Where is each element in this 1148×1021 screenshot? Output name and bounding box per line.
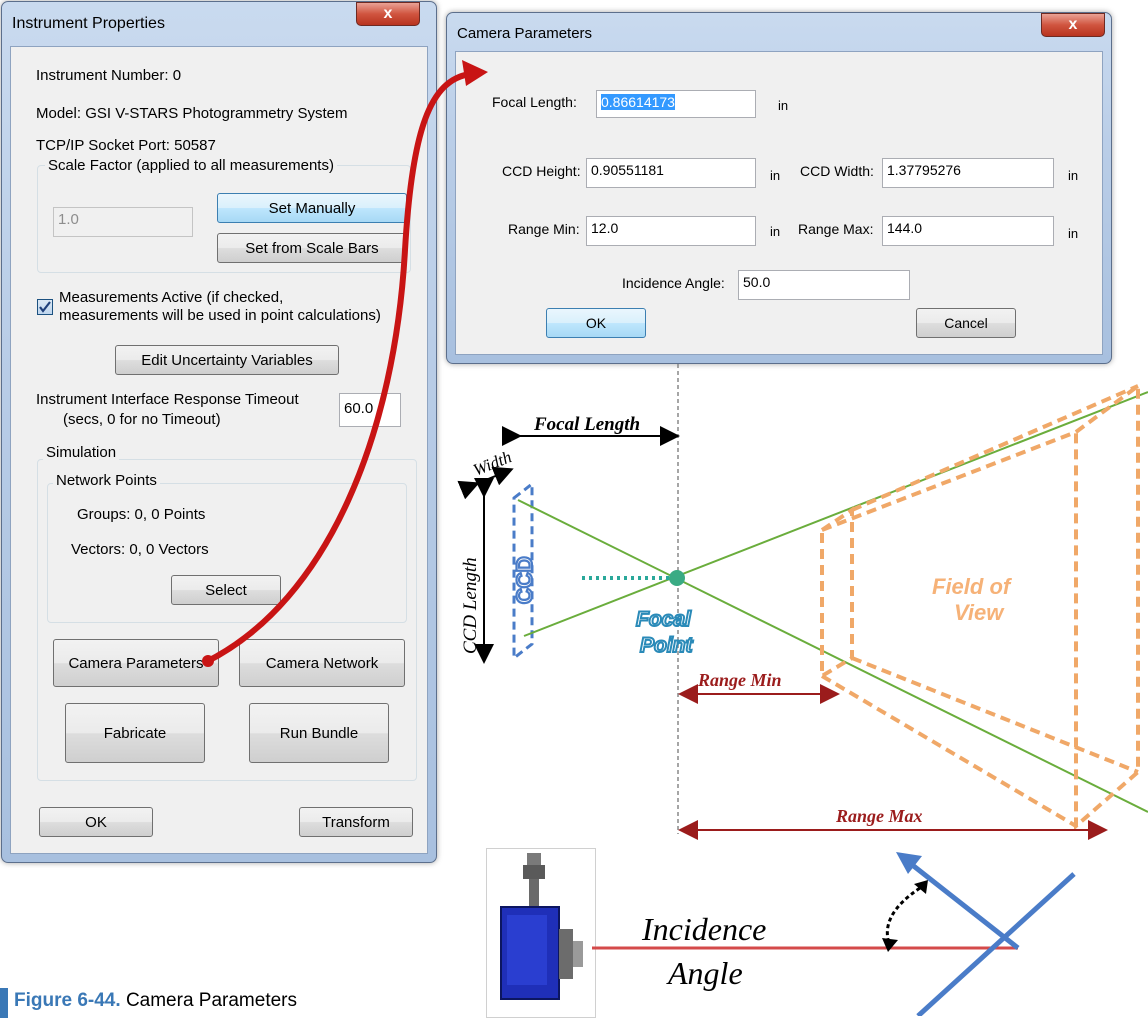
figure-number: Figure 6-44. [14,990,121,1011]
scale-factor-group-label: Scale Factor (applied to all measurement… [45,157,337,174]
dialog-title: Instrument Properties [12,15,165,32]
target-surface [916,872,1076,1016]
incidence-text-2: Angle [666,955,743,991]
incidence-angle-label: Incidence Angle: [622,275,725,291]
close-icon: x [1068,16,1078,33]
ccd-text: CCD [512,556,537,604]
range-min-input[interactable]: 12.0 [586,216,756,246]
set-from-scale-bars-button[interactable]: Set from Scale Bars [217,233,407,263]
camera-device-image [486,848,596,1018]
measurements-active-label-1: Measurements Active (if checked, [59,289,284,306]
ccd-width-unit: in [1068,168,1079,183]
fabricate-button[interactable]: Fabricate [65,703,205,763]
close-icon: x [383,5,393,22]
ccd-height-label: CCD Height: [502,163,581,179]
ccd-height-unit: in [770,168,781,183]
measurements-active-label-2: measurements will be used in point calcu… [59,307,381,324]
timeout-label-1: Instrument Interface Response Timeout [36,391,299,408]
range-min-unit: in [770,224,781,239]
camera-dialog-title: Camera Parameters [457,25,593,42]
groups-count: Groups: 0, 0 Points [77,506,206,523]
range-max-text: Range Max [835,806,923,826]
focal-point-dot [669,570,685,586]
dialog-client-area: Instrument Number: 0 Model: GSI V-STARS … [10,46,428,854]
focal-length-text: Focal Length [533,414,640,435]
surface-normal [904,858,1020,950]
range-max-input[interactable]: 144.0 [882,216,1054,246]
camera-geometry-diagram: Focal Length Width CCD Length CCD Focal … [457,364,1148,840]
socket-port-label: TCP/IP Socket Port: 50587 [36,137,216,154]
timeout-label-2: (secs, 0 for no Timeout) [63,411,221,428]
field-of-view-text-1: Field of [932,574,1013,599]
select-button[interactable]: Select [171,575,281,605]
camera-device-icon [500,853,583,1000]
measurements-active-checkbox[interactable] [37,299,53,315]
range-min-label: Range Min: [508,221,580,237]
scale-factor-input[interactable]: 1.0 [53,207,193,237]
incidence-angle-diagram: Incidence Angle [592,852,1076,1016]
range-max-unit: in [1068,226,1079,241]
instrument-number: Instrument Number: 0 [36,67,182,84]
model-label: Model: GSI V-STARS Photogrammetry System [36,105,348,122]
simulation-group-label: Simulation [43,444,120,461]
close-button[interactable]: x [356,2,420,26]
field-of-view-text-2: View [954,600,1005,625]
figure-title: Camera Parameters [125,990,297,1011]
ccd-height-input[interactable]: 0.90551181 [586,158,756,188]
ok-button[interactable]: OK [39,807,153,837]
camera-parameters-button[interactable]: Camera Parameters [53,639,219,687]
incidence-text-1: Incidence [641,911,766,947]
focal-point-text-1: Focal [636,608,692,631]
caption-bar [0,988,8,1018]
edit-uncertainty-variables-button[interactable]: Edit Uncertainty Variables [115,345,339,375]
incidence-angle-input[interactable]: 50.0 [738,270,910,300]
set-manually-button[interactable]: Set Manually [217,193,407,223]
camera-network-button[interactable]: Camera Network [239,639,405,687]
camera-parameters-dialog: Camera Parameters x Focal Length: 0.8661… [446,12,1112,364]
focal-length-unit: in [778,98,789,113]
network-points-group-label: Network Points [53,472,160,489]
range-min-text: Range Min [697,670,782,690]
ccd-width-label: CCD Width: [800,163,874,179]
run-bundle-button[interactable]: Run Bundle [249,703,389,763]
instrument-properties-dialog: Instrument Properties x Instrument Numbe… [1,1,437,863]
close-button[interactable]: x [1041,13,1105,37]
upper-ray [517,499,1148,813]
angle-arc [885,886,921,947]
camera-ok-button[interactable]: OK [546,308,646,338]
focal-point-text-2: Point [640,634,693,657]
checkmark-icon [39,301,51,313]
figure-caption: Figure 6-44. Camera Parameters [14,990,297,1012]
range-max-label: Range Max: [798,221,874,237]
ccd-width-input[interactable]: 1.37795276 [882,158,1054,188]
transform-button[interactable]: Transform [299,807,413,837]
ccd-length-text: CCD Length [460,557,481,654]
timeout-input[interactable]: 60.0 [339,393,401,427]
width-text: Width [470,447,514,479]
focal-length-input[interactable]: 0.86614173 [596,90,756,118]
focal-length-value: 0.86614173 [601,94,675,110]
vectors-count: Vectors: 0, 0 Vectors [71,541,209,558]
focal-length-label: Focal Length: [492,94,577,110]
camera-dialog-client-area: Focal Length: 0.86614173 in CCD Height: … [455,51,1103,355]
camera-cancel-button[interactable]: Cancel [916,308,1016,338]
